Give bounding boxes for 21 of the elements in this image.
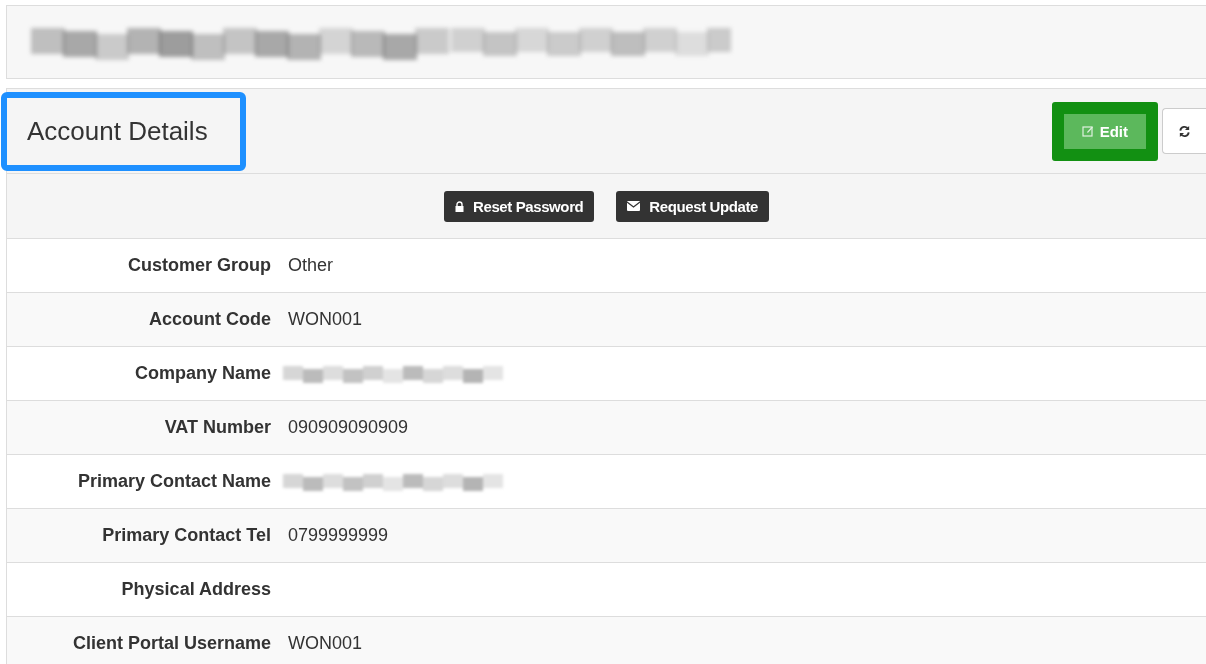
field-label: Company Name [133,363,271,384]
field-value: 090909090909 [288,417,409,438]
field-label: Customer Group [127,255,271,276]
edit-icon [1081,125,1094,137]
request-update-button[interactable]: Request Update [616,190,769,222]
field-value: WON001 [288,633,363,654]
field-value: 0799999999 [288,525,389,546]
envelope-icon [627,201,641,211]
panel-title: Account Details [1,91,246,171]
refresh-icon [1178,124,1191,138]
field-label: Primary Contact Tel [101,525,271,546]
field-label: Physical Address [120,579,271,600]
lock-icon [455,200,465,212]
reset-password-button[interactable]: Reset Password [444,190,595,222]
field-label: Account Code [148,309,271,330]
field-value: Other [288,255,334,276]
field-label: Client Portal Username [71,633,271,654]
refresh-button[interactable] [1162,108,1206,154]
field-label: VAT Number [163,417,271,438]
field-label: Primary Contact Name [76,471,271,492]
field-value: WON001 [288,309,363,330]
